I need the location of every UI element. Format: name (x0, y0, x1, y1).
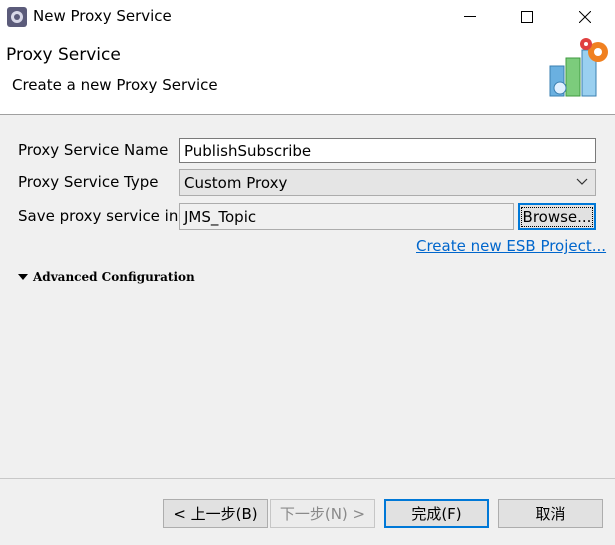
maximize-icon (521, 10, 533, 23)
eclipse-gear-icon (7, 7, 27, 27)
minimize-icon (464, 15, 476, 17)
save-location-label: Save proxy service in: (18, 207, 184, 225)
proxy-service-type-value: Custom Proxy (184, 173, 288, 192)
minimize-button[interactable] (447, 0, 493, 33)
proxy-service-type-select[interactable]: Custom Proxy (179, 169, 596, 196)
proxy-service-name-label: Proxy Service Name (18, 141, 169, 159)
window-title: New Proxy Service (33, 7, 172, 25)
page-title: Proxy Service (6, 45, 121, 65)
advanced-configuration-toggle[interactable]: Advanced Configuration (18, 270, 195, 284)
wizard-header: Proxy Service Create a new Proxy Service (0, 33, 615, 115)
footer-divider (0, 478, 615, 479)
maximize-button[interactable] (504, 0, 550, 33)
proxy-service-name-input[interactable]: PublishSubscribe (179, 138, 596, 163)
create-esb-project-link[interactable]: Create new ESB Project... (416, 237, 606, 255)
browse-button[interactable]: Browse... (518, 203, 596, 230)
finish-button[interactable]: 完成(F) (384, 499, 489, 528)
cancel-button[interactable]: 取消 (498, 499, 603, 528)
page-description: Create a new Proxy Service (12, 76, 218, 94)
close-button[interactable] (562, 0, 608, 33)
triangle-down-icon (18, 274, 28, 280)
browse-button-label: Browse... (520, 206, 594, 227)
next-button[interactable]: 下一步(N) > (270, 499, 375, 528)
proxy-service-type-label: Proxy Service Type (18, 173, 159, 191)
advanced-configuration-label: Advanced Configuration (33, 270, 195, 284)
chevron-down-icon (576, 178, 588, 185)
close-icon (579, 10, 591, 23)
title-bar: New Proxy Service (0, 0, 615, 33)
proxy-service-wizard-banner-icon (549, 38, 608, 97)
save-location-input[interactable]: JMS_Topic (179, 203, 514, 230)
back-button[interactable]: < 上一步(B) (163, 499, 268, 528)
